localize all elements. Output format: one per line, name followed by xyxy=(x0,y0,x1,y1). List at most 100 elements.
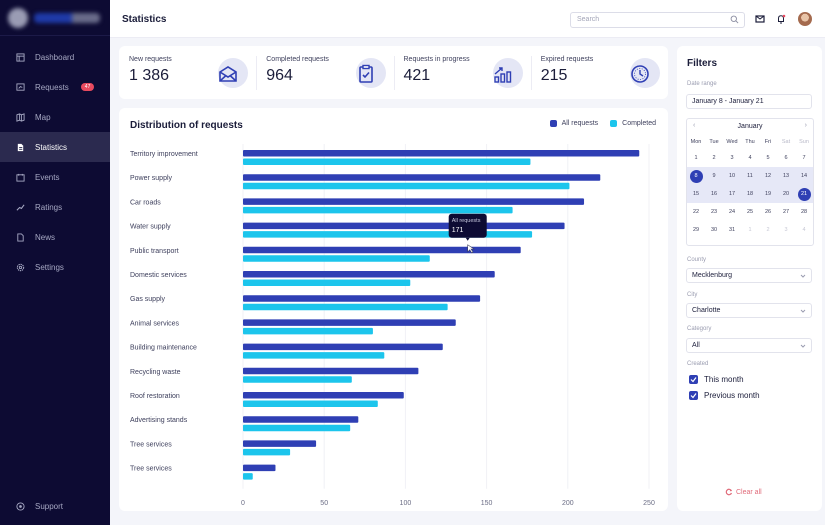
sidebar-item-settings[interactable]: Settings xyxy=(0,252,110,282)
sidebar-item-requests[interactable]: Requests 47 xyxy=(0,72,110,102)
stat-new-requests[interactable]: New requests 1 386 xyxy=(119,46,256,99)
calendar-day[interactable]: 28 xyxy=(795,203,813,221)
calendar-day[interactable]: 5 xyxy=(759,149,777,167)
calendar-day[interactable]: 1 xyxy=(687,149,705,167)
sidebar-item-dashboard[interactable]: Dashboard xyxy=(0,42,110,72)
bar-all-requests[interactable] xyxy=(243,464,276,472)
bar-all-requests[interactable] xyxy=(243,319,456,326)
calendar-day[interactable]: 8 xyxy=(687,167,705,185)
user-avatar[interactable] xyxy=(798,12,812,26)
bar-all-requests[interactable] xyxy=(243,416,359,423)
bar-completed[interactable] xyxy=(243,352,385,359)
bar-completed[interactable] xyxy=(243,376,352,383)
calendar-day[interactable]: 25 xyxy=(741,203,759,221)
legend-item-completed[interactable]: Completed xyxy=(610,120,656,127)
bar-all-requests[interactable] xyxy=(243,367,419,375)
bar-all-requests[interactable] xyxy=(243,150,640,157)
calendar-day[interactable]: 3 xyxy=(723,149,741,167)
notification-bell-icon[interactable] xyxy=(776,14,786,24)
bar-completed[interactable] xyxy=(243,255,430,262)
calendar-day[interactable]: 18 xyxy=(741,185,759,203)
category-select[interactable]: All xyxy=(686,338,812,353)
bar-all-requests[interactable] xyxy=(243,198,585,205)
calendar-weekday: Tue xyxy=(709,139,719,145)
chevron-down-icon xyxy=(800,309,806,313)
calendar-day[interactable]: 29 xyxy=(687,221,705,239)
calendar-day[interactable]: 21 xyxy=(795,185,813,203)
calendar-day[interactable]: 15 xyxy=(687,185,705,203)
bar-all-requests[interactable] xyxy=(243,174,601,181)
search-input[interactable]: Search xyxy=(570,12,745,28)
calendar-day[interactable]: 16 xyxy=(705,185,723,203)
calendar-day[interactable]: 11 xyxy=(741,167,759,185)
calendar-day[interactable]: 1 xyxy=(741,221,759,239)
city-select[interactable]: Charlotte xyxy=(686,303,812,318)
logo[interactable] xyxy=(0,0,110,36)
support-link[interactable]: Support xyxy=(16,502,63,511)
bar-completed[interactable] xyxy=(243,473,253,480)
sidebar-item-news[interactable]: News xyxy=(0,222,110,252)
calendar-day[interactable]: 14 xyxy=(795,167,813,185)
checkbox-checked[interactable] xyxy=(689,391,698,400)
calendar-day[interactable]: 23 xyxy=(705,203,723,221)
calendar-day[interactable]: 6 xyxy=(777,149,795,167)
next-month-button[interactable]: › xyxy=(805,122,807,129)
bar-all-requests[interactable] xyxy=(243,246,521,254)
bar-all-requests[interactable] xyxy=(243,295,481,302)
calendar-day[interactable]: 13 xyxy=(777,167,795,185)
calendar-day[interactable]: 4 xyxy=(795,221,813,239)
calendar-day[interactable]: 2 xyxy=(759,221,777,239)
stat-requests-in-progress[interactable]: Requests in progress 421 xyxy=(393,46,531,99)
bar-completed[interactable] xyxy=(243,206,513,214)
bar-completed[interactable] xyxy=(243,279,411,287)
calendar-day[interactable]: 3 xyxy=(777,221,795,239)
stat-expired-requests[interactable]: Expired requests 215 xyxy=(530,46,668,99)
search-icon[interactable] xyxy=(730,15,739,24)
bar-all-requests[interactable] xyxy=(243,440,317,447)
sidebar-item-map[interactable]: Map xyxy=(0,102,110,132)
clear-all-button[interactable]: Clear all xyxy=(725,488,762,496)
calendar-day[interactable]: 10 xyxy=(723,167,741,185)
calendar-day[interactable]: 19 xyxy=(759,185,777,203)
calendar-day[interactable]: 2 xyxy=(705,149,723,167)
bar-completed[interactable] xyxy=(243,182,570,190)
calendar-day[interactable]: 22 xyxy=(687,203,705,221)
calendar-day[interactable]: 31 xyxy=(723,221,741,239)
sidebar-item-events[interactable]: Events xyxy=(0,162,110,192)
sidebar-item-statistics[interactable]: Statistics xyxy=(0,132,110,162)
sidebar-item-ratings[interactable]: Ratings xyxy=(0,192,110,222)
bar-growth-icon xyxy=(494,67,511,83)
calendar-day[interactable]: 27 xyxy=(777,203,795,221)
county-select[interactable]: Mecklenburg xyxy=(686,268,812,283)
checkbox-previous-month[interactable]: Previous month xyxy=(689,391,760,400)
bar-completed[interactable] xyxy=(243,158,531,166)
calendar-day[interactable]: 9 xyxy=(705,167,723,185)
bar-all-requests[interactable] xyxy=(243,222,565,230)
bar-completed[interactable] xyxy=(243,303,448,311)
calendar-day[interactable]: 12 xyxy=(759,167,777,185)
checkbox-checked[interactable] xyxy=(689,375,698,384)
checkbox-label: This month xyxy=(704,375,744,384)
calendar-day[interactable]: 20 xyxy=(777,185,795,203)
calendar-day[interactable]: 7 xyxy=(795,149,813,167)
x-tick-label: 200 xyxy=(562,500,574,507)
prev-month-button[interactable]: ‹ xyxy=(693,122,695,129)
mail-icon[interactable] xyxy=(755,14,765,24)
calendar-day[interactable]: 17 xyxy=(723,185,741,203)
calendar-day[interactable]: 24 xyxy=(723,203,741,221)
bar-completed[interactable] xyxy=(243,424,351,432)
calendar-day[interactable]: 4 xyxy=(741,149,759,167)
bar-completed[interactable] xyxy=(243,448,291,456)
bar-completed[interactable] xyxy=(243,327,373,335)
calendar-day[interactable]: 26 xyxy=(759,203,777,221)
bar-all-requests[interactable] xyxy=(243,343,443,351)
bar-all-requests[interactable] xyxy=(243,392,404,399)
date-range-input[interactable]: January 8 - January 21 xyxy=(686,94,812,109)
bar-completed[interactable] xyxy=(243,231,533,238)
calendar-day[interactable]: 30 xyxy=(705,221,723,239)
legend-item-all-requests[interactable]: All requests xyxy=(549,120,598,127)
checkbox-this-month[interactable]: This month xyxy=(689,375,744,384)
bar-completed[interactable] xyxy=(243,400,378,408)
stat-completed-requests[interactable]: Completed requests 964 xyxy=(256,46,393,99)
bar-all-requests[interactable] xyxy=(243,271,495,278)
